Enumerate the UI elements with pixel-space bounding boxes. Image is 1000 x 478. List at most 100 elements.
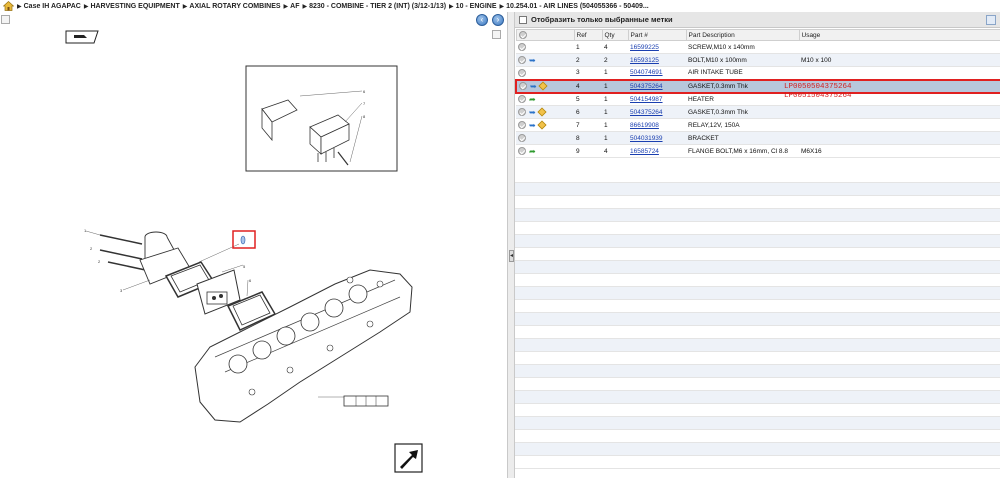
part-number-link[interactable]: 504074691 bbox=[630, 69, 663, 76]
row-description: BRACKET bbox=[686, 131, 799, 145]
row-description: GASKET,0.3mm Thk bbox=[686, 78, 799, 94]
row-icons[interactable]: ➥ bbox=[515, 78, 574, 94]
row-icons[interactable]: ➦ bbox=[516, 92, 574, 106]
row-part-number[interactable]: 504375264 bbox=[628, 105, 686, 119]
breadcrumb-item[interactable]: AF bbox=[290, 3, 299, 10]
table-row[interactable]: ➥ 7 1 86619908 RELAY,12V, 150A bbox=[516, 118, 1000, 132]
row-part-number[interactable]: 504031939 bbox=[628, 131, 686, 145]
filter-label: Отобразить только выбранные метки bbox=[531, 15, 673, 24]
engine-reference-tag[interactable] bbox=[343, 395, 389, 407]
show-selected-checkbox[interactable] bbox=[519, 15, 527, 24]
exploded-parts-diagram: 6 7 8 1 2 2 3 5 6 bbox=[65, 30, 423, 473]
table-row[interactable]: 3 1 504074691 AIR INTAKE TUBE bbox=[516, 66, 1000, 80]
breadcrumb-item[interactable]: Case IH AGAPAC bbox=[24, 3, 81, 10]
collapse-handle-icon[interactable]: ◂ bbox=[509, 250, 514, 262]
table-row[interactable]: ➦ 5 1 504154987 HEATER bbox=[516, 92, 1000, 106]
intake-assembly: 1 2 2 3 5 6 bbox=[84, 228, 277, 331]
breadcrumb-item[interactable]: 8230 - COMBINE - TIER 2 (INT) (3/12-1/13… bbox=[309, 3, 446, 10]
replace-arrow-icon[interactable]: ➥ bbox=[529, 56, 536, 65]
row-usage: M6X16 bbox=[799, 144, 1000, 158]
row-part-number[interactable]: 504375264 bbox=[628, 78, 686, 94]
part-number-link[interactable]: 504375264 bbox=[630, 83, 663, 90]
header-ref[interactable]: Ref bbox=[573, 29, 603, 41]
select-circle-icon[interactable] bbox=[518, 56, 526, 64]
empty-row bbox=[515, 170, 1000, 183]
select-circle-icon[interactable] bbox=[518, 108, 526, 116]
row-part-number[interactable]: 16593125 bbox=[628, 53, 686, 67]
row-usage bbox=[799, 131, 1000, 145]
row-qty: 2 bbox=[602, 53, 628, 67]
row-qty: 1 bbox=[602, 105, 628, 119]
part-number-link[interactable]: 16585724 bbox=[630, 148, 659, 155]
header-qty[interactable]: Qty bbox=[601, 29, 629, 41]
row-icons[interactable] bbox=[516, 66, 574, 80]
svg-text:6: 6 bbox=[249, 278, 252, 283]
header-icon-col[interactable] bbox=[515, 29, 575, 41]
select-circle-icon[interactable] bbox=[518, 121, 526, 129]
header-part-number[interactable]: Part # bbox=[627, 29, 687, 41]
part-number-link[interactable]: 504031939 bbox=[630, 135, 663, 142]
row-qty: 1 bbox=[602, 131, 628, 145]
part-number-link[interactable]: 16593125 bbox=[630, 57, 659, 64]
package-icon[interactable] bbox=[537, 120, 547, 130]
breadcrumb-item[interactable]: AXIAL ROTARY COMBINES bbox=[189, 3, 280, 10]
table-row[interactable]: ➥ 6 1 504375264 GASKET,0.3mm Thk bbox=[516, 105, 1000, 119]
engine-tag-icon[interactable] bbox=[65, 30, 99, 44]
row-part-number[interactable]: 16599225 bbox=[628, 40, 686, 54]
breadcrumb-separator-icon: ▶ bbox=[17, 3, 22, 10]
replace-arrow-icon[interactable]: ➥ bbox=[529, 108, 536, 117]
header-usage[interactable]: Usage bbox=[798, 29, 1000, 41]
row-part-number[interactable]: 504154987 bbox=[628, 92, 686, 106]
row-icons[interactable] bbox=[516, 40, 574, 54]
part-number-link[interactable]: 16599225 bbox=[630, 44, 659, 51]
replace-arrow-icon[interactable]: ➥ bbox=[529, 121, 536, 130]
empty-row bbox=[515, 261, 1000, 274]
row-part-number[interactable]: 86619908 bbox=[628, 118, 686, 132]
row-part-number[interactable]: 16585724 bbox=[628, 144, 686, 158]
part-number-link[interactable]: 504375264 bbox=[630, 109, 663, 116]
row-part-number[interactable]: 504074691 bbox=[628, 66, 686, 80]
breadcrumb-item[interactable]: HARVESTING EQUIPMENT bbox=[90, 3, 179, 10]
empty-row bbox=[515, 430, 1000, 443]
forward-arrow-icon[interactable]: ➦ bbox=[529, 95, 536, 104]
replace-arrow-icon[interactable]: ➥ bbox=[530, 82, 537, 91]
row-icons[interactable]: ➦ bbox=[516, 144, 574, 158]
row-icons[interactable] bbox=[516, 131, 574, 145]
forward-arrow-icon[interactable]: ➦ bbox=[529, 147, 536, 156]
table-row[interactable]: 8 1 504031939 BRACKET bbox=[516, 131, 1000, 145]
settings-icon[interactable] bbox=[986, 15, 996, 25]
select-circle-icon[interactable] bbox=[518, 43, 526, 51]
table-row[interactable]: 1 4 16599225 SCREW,M10 x 140mm bbox=[516, 40, 1000, 54]
row-ref: 2 bbox=[574, 53, 602, 67]
select-circle-icon[interactable] bbox=[518, 68, 526, 77]
select-circle-icon[interactable] bbox=[518, 95, 526, 104]
row-icons[interactable]: ➥ bbox=[516, 105, 574, 119]
breadcrumb: ▶ Case IH AGAPAC ▶ HARVESTING EQUIPMENT ▶ AXI… bbox=[0, 0, 1000, 12]
row-usage bbox=[799, 40, 1000, 54]
next-page-arrow-icon[interactable] bbox=[394, 443, 423, 473]
table-header: Ref Qty Part # Part Description Usage bbox=[515, 29, 1000, 41]
empty-row bbox=[515, 300, 1000, 313]
package-icon[interactable] bbox=[537, 107, 547, 117]
table-row[interactable]: ➥ 4 1 504375264 GASKET,0.3mm Thk bbox=[515, 78, 1000, 94]
select-all-icon[interactable] bbox=[518, 31, 527, 39]
part-number-link[interactable]: 86619908 bbox=[630, 122, 659, 129]
select-circle-icon[interactable] bbox=[518, 134, 526, 142]
row-description: GASKET,0.3mm Thk bbox=[686, 105, 799, 119]
breadcrumb-item[interactable]: 10 - ENGINE bbox=[456, 3, 497, 10]
pane-divider[interactable]: ◂ bbox=[507, 12, 515, 478]
select-circle-icon[interactable] bbox=[518, 147, 526, 155]
package-icon[interactable] bbox=[538, 81, 548, 91]
filter-header: Отобразить только выбранные метки bbox=[515, 12, 1000, 28]
header-description[interactable]: Part Description bbox=[685, 29, 800, 41]
part-number-link[interactable]: 504154987 bbox=[630, 96, 663, 103]
select-circle-icon[interactable] bbox=[519, 82, 527, 90]
home-icon[interactable] bbox=[3, 1, 14, 11]
table-row[interactable]: ➥ 2 2 16593125 BOLT,M10 x 100mm M10 x 100 bbox=[516, 53, 1000, 67]
table-row[interactable]: ➦ 9 4 16585724 FLANGE BOLT,M6 x 16mm, Cl 8.8… bbox=[516, 144, 1000, 158]
row-icons[interactable]: ➥ bbox=[516, 118, 574, 132]
row-icons[interactable]: ➥ bbox=[516, 53, 574, 67]
row-ref: 8 bbox=[574, 131, 602, 145]
breadcrumb-item[interactable]: 10.254.01 - AIR LINES (504055366 - 50409… bbox=[506, 3, 649, 10]
empty-row bbox=[515, 443, 1000, 456]
